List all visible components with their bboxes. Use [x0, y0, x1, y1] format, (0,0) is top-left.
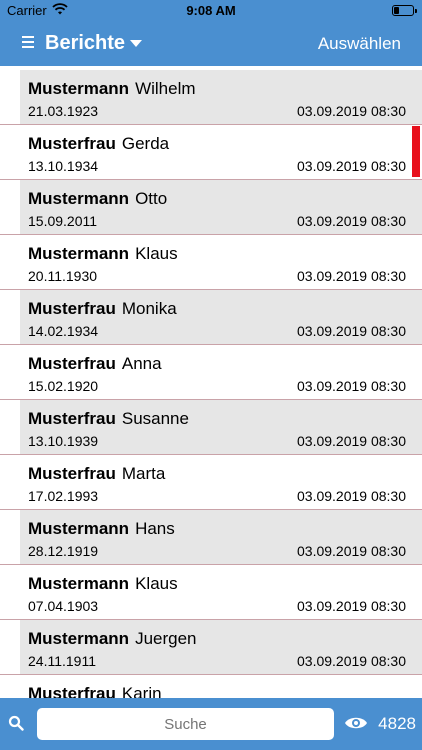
last-name: Mustermann — [28, 244, 130, 263]
patient-name: Musterfrau Susanne — [28, 409, 189, 429]
last-name: Musterfrau — [28, 299, 116, 318]
first-name: Hans — [135, 519, 175, 538]
list-item[interactable]: Musterfrau Marta 17.02.1993 03.09.2019 08:3… — [0, 455, 422, 510]
last-name: Musterfrau — [28, 134, 116, 153]
row-indent — [0, 510, 20, 564]
first-name: Karin — [121, 684, 162, 698]
birth-date: 20.11.1930 — [28, 268, 98, 284]
list-item[interactable]: Musterfrau Gerda 13.10.1934 03.09.2019 08:3… — [0, 125, 422, 180]
birth-date: 07.04.1903 — [28, 598, 99, 614]
first-name: Anna — [121, 354, 162, 373]
patient-name: Musterfrau Marta — [28, 464, 165, 484]
patient-name: Mustermann Klaus — [28, 244, 178, 264]
report-timestamp: 03.09.2019 08:30 — [297, 378, 406, 394]
patient-name: Musterfrau Monika — [28, 299, 177, 319]
status-flag — [412, 126, 420, 177]
row-indent — [0, 620, 20, 674]
birth-date: 21.03.1923 — [28, 103, 99, 119]
row-indent — [0, 400, 20, 454]
list-item[interactable]: Musterfrau Susanne 13.10.1939 03.09.2019 08… — [0, 400, 422, 455]
last-name: Musterfrau — [28, 464, 116, 483]
record-count: 4828 — [378, 714, 416, 733]
list-item[interactable]: Musterfrau Anna 15.02.1920 03.09.2019 08:30 — [0, 345, 422, 400]
list-item[interactable]: Mustermann Klaus 20.11.1930 03.09.2019 08:3… — [0, 235, 422, 290]
list-item[interactable]: Musterfrau Karin — [0, 675, 422, 698]
report-timestamp: 03.09.2019 08:30 — [297, 323, 406, 339]
patient-name: Mustermann Wilhelm — [28, 79, 196, 99]
row-indent — [0, 290, 20, 344]
report-timestamp: 03.09.2019 08:30 — [297, 598, 406, 614]
last-name: Musterfrau — [28, 684, 116, 698]
status-bar: Carrier 9:08 AM — [0, 0, 422, 22]
birth-date: 13.10.1939 — [28, 433, 99, 449]
report-timestamp: 03.09.2019 08:30 — [297, 213, 406, 229]
patient-name: Mustermann Hans — [28, 519, 175, 539]
report-timestamp: 03.09.2019 08:30 — [297, 268, 406, 284]
clock: 9:08 AM — [186, 3, 236, 18]
page-title[interactable]: Berichte — [45, 32, 125, 55]
search-icon[interactable] — [8, 715, 24, 731]
first-name: Klaus — [135, 244, 178, 263]
chevron-down-icon[interactable] — [130, 40, 142, 47]
birth-date: 17.02.1993 — [28, 488, 99, 504]
hamburger-menu-icon[interactable] — [22, 36, 34, 48]
list-item[interactable]: Mustermann Hans 28.12.1919 03.09.2019 08:30 — [0, 510, 422, 565]
report-timestamp: 03.09.2019 08:30 — [297, 158, 406, 174]
row-indent — [0, 70, 20, 124]
report-timestamp: 03.09.2019 08:30 — [297, 103, 406, 119]
patient-name: Musterfrau Anna — [28, 354, 162, 374]
birth-date: 28.12.1919 — [28, 543, 99, 559]
list-item[interactable]: Musterfrau Monika 14.02.1934 03.09.2019 08:… — [0, 290, 422, 345]
birth-date: 14.02.1934 — [28, 323, 99, 339]
first-name: Susanne — [121, 409, 189, 428]
first-name: Otto — [135, 189, 168, 208]
first-name: Gerda — [121, 134, 170, 153]
last-name: Musterfrau — [28, 409, 116, 428]
report-timestamp: 03.09.2019 08:30 — [297, 488, 406, 504]
list-item[interactable]: Mustermann Juergen 24.11.1911 03.09.2019 08… — [0, 620, 422, 675]
patient-name: Mustermann Juergen — [28, 629, 197, 649]
first-name: Wilhelm — [135, 79, 196, 98]
report-timestamp: 03.09.2019 08:30 — [297, 433, 406, 449]
search-input[interactable] — [37, 708, 334, 740]
row-indent — [0, 180, 20, 234]
list-item[interactable]: Mustermann Klaus 07.04.1903 03.09.2019 08:3… — [0, 565, 422, 620]
select-button[interactable]: Auswählen — [318, 34, 401, 54]
eye-icon[interactable] — [344, 715, 368, 731]
navigation-bar: Berichte Auswählen — [0, 22, 422, 66]
patient-name: Musterfrau Karin — [28, 684, 162, 698]
patient-name: Mustermann Klaus — [28, 574, 178, 594]
battery-icon — [392, 5, 417, 16]
last-name: Mustermann — [28, 519, 130, 538]
birth-date: 13.10.1934 — [28, 158, 99, 174]
birth-date: 24.11.1911 — [28, 653, 96, 669]
last-name: Mustermann — [28, 574, 130, 593]
patient-name: Musterfrau Gerda — [28, 134, 169, 154]
last-name: Musterfrau — [28, 354, 116, 373]
birth-date: 15.09.2011 — [28, 213, 98, 229]
birth-date: 15.02.1920 — [28, 378, 99, 394]
last-name: Mustermann — [28, 79, 130, 98]
bottom-toolbar: 4828 — [0, 698, 422, 750]
report-list: Mustermann Wilhelm 21.03.1923 03.09.2019 08… — [0, 70, 422, 698]
last-name: Mustermann — [28, 629, 130, 648]
first-name: Juergen — [135, 629, 197, 648]
first-name: Marta — [121, 464, 166, 483]
list-item[interactable]: Mustermann Otto 15.09.2011 03.09.2019 08:30 — [0, 180, 422, 235]
report-timestamp: 03.09.2019 08:30 — [297, 543, 406, 559]
first-name: Monika — [121, 299, 177, 318]
patient-name: Mustermann Otto — [28, 189, 167, 209]
list-item[interactable]: Mustermann Wilhelm 21.03.1923 03.09.2019 08… — [0, 70, 422, 125]
last-name: Mustermann — [28, 189, 130, 208]
first-name: Klaus — [135, 574, 178, 593]
report-timestamp: 03.09.2019 08:30 — [297, 653, 406, 669]
